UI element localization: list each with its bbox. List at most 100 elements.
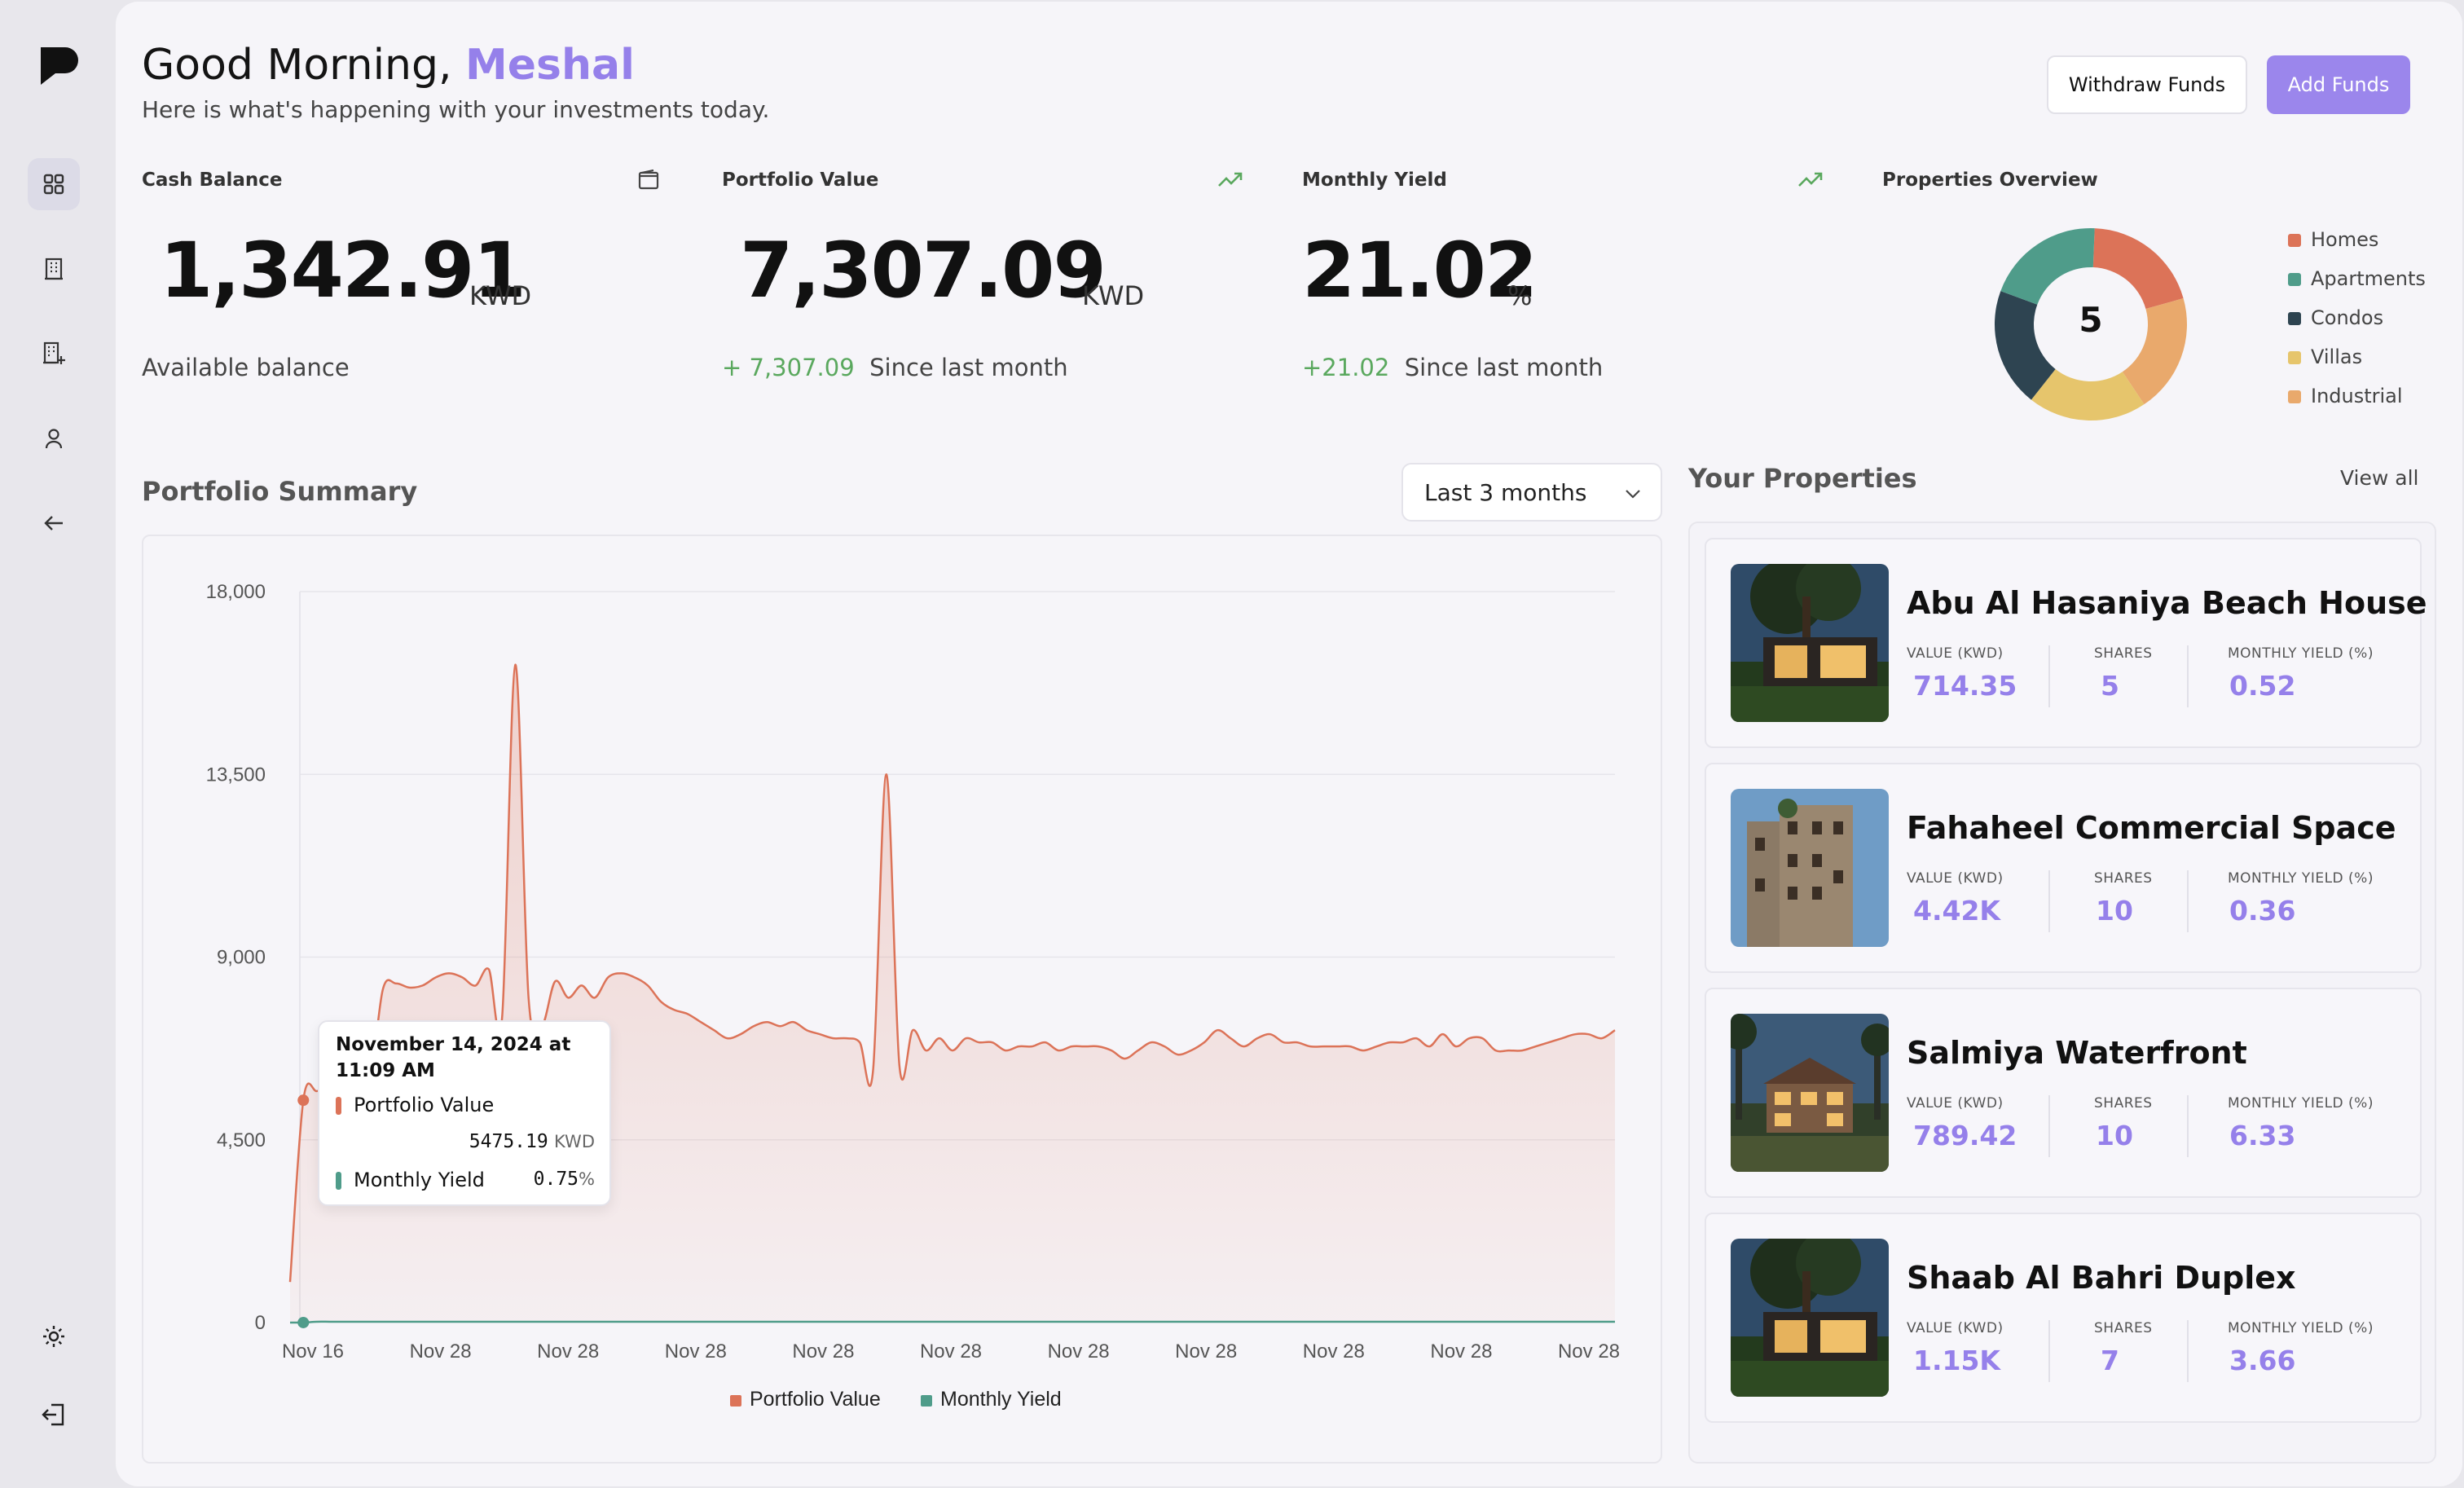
x-tick-label: Nov 28	[665, 1341, 727, 1363]
shares-label: SHARES	[2094, 645, 2153, 662]
tooltip-my-swatch	[336, 1172, 341, 1190]
theme-toggle[interactable]	[28, 1310, 80, 1363]
property-name: Fahaheel Commercial Space	[1907, 810, 2396, 846]
y-tick-label: 4,500	[217, 1129, 266, 1151]
monthly-yield-label: Monthly Yield	[1302, 169, 1447, 191]
legend-swatch-industrial	[2288, 390, 2301, 403]
property-photo	[1731, 564, 1889, 722]
nav-properties[interactable]	[28, 243, 80, 295]
property-value: 1.15K	[1913, 1345, 2000, 1376]
property-yield: 0.52	[2229, 670, 2296, 702]
trending-up-icon	[1218, 172, 1243, 187]
arrow-left-icon	[44, 516, 63, 530]
portfolio-value-label: Portfolio Value	[722, 169, 879, 191]
donut-slice-homes[interactable]	[2092, 228, 2184, 310]
property-card[interactable]: Fahaheel Commercial Space VALUE (KWD) 4.…	[1705, 763, 2422, 973]
portfolio-value-area	[290, 664, 1615, 1323]
divider	[2187, 870, 2189, 932]
property-shares: 5	[2101, 670, 2119, 702]
yield-label: MONTHLY YIELD (%)	[2228, 1095, 2374, 1112]
value-label: VALUE (KWD)	[1907, 1320, 2004, 1336]
property-card[interactable]: Salmiya Waterfront VALUE (KWD) 789.42 SH…	[1705, 988, 2422, 1198]
nav-add-property[interactable]	[28, 328, 80, 380]
property-shares: 10	[2096, 895, 2133, 927]
property-yield: 3.66	[2229, 1345, 2296, 1376]
legend-swatch-monthly-yield	[921, 1395, 932, 1407]
legend-swatch-villas	[2288, 351, 2301, 364]
your-properties-title: Your Properties	[1688, 463, 1917, 494]
yield-label: MONTHLY YIELD (%)	[2228, 645, 2374, 662]
legend-portfolio-value: Portfolio Value	[750, 1388, 881, 1411]
legend-villas: Villas	[2311, 346, 2363, 368]
property-card[interactable]: Shaab Al Bahri Duplex VALUE (KWD) 1.15K …	[1705, 1213, 2422, 1423]
property-name: Shaab Al Bahri Duplex	[1907, 1260, 2296, 1296]
property-card[interactable]: Abu Al Hasaniya Beach House VALUE (KWD) …	[1705, 538, 2427, 748]
properties-overview-label: Properties Overview	[1882, 169, 2098, 191]
property-value: 714.35	[1913, 670, 2017, 702]
property-yield: 6.33	[2229, 1120, 2296, 1151]
divider	[2048, 1095, 2050, 1157]
building-add-icon	[43, 341, 65, 364]
shares-label: SHARES	[2094, 870, 2153, 887]
monthly-yield-change: +21.02 Since last month	[1302, 354, 1604, 381]
portfolio-chart: 18,000 13,500 9,000 4,500 0 Nov 16 Nov 28 Nov 2…	[206, 581, 1620, 1411]
nav-dashboard[interactable]	[28, 158, 80, 210]
x-tick-label: Nov 28	[537, 1341, 599, 1363]
greeting: Good Morning, Meshal	[142, 41, 635, 90]
x-tick-label: Nov 28	[410, 1341, 472, 1363]
legend-homes: Homes	[2311, 228, 2379, 251]
cash-balance-caption: Available balance	[142, 354, 350, 381]
x-tick-label: Nov 16	[282, 1341, 344, 1363]
cash-balance-label: Cash Balance	[142, 169, 283, 191]
shares-label: SHARES	[2094, 1320, 2153, 1336]
wallet-icon	[638, 169, 659, 190]
y-tick-label: 13,500	[206, 764, 266, 786]
view-all-link[interactable]: View all	[2340, 466, 2418, 490]
legend-swatch-condos	[2288, 312, 2301, 325]
x-tick-label: Nov 28	[1303, 1341, 1365, 1363]
y-tick-label: 18,000	[206, 581, 266, 603]
user-name: Meshal	[465, 41, 635, 90]
sun-icon	[43, 1326, 64, 1347]
property-name: Abu Al Hasaniya Beach House	[1907, 585, 2427, 621]
value-label: VALUE (KWD)	[1907, 645, 2004, 662]
y-tick-label: 0	[255, 1312, 266, 1334]
legend-monthly-yield: Monthly Yield	[940, 1388, 1062, 1411]
portfolio-value-unit: KWD	[1082, 280, 1145, 311]
building-icon	[45, 258, 63, 280]
tooltip-pv-label: Portfolio Value	[354, 1094, 495, 1116]
yield-label: MONTHLY YIELD (%)	[2228, 870, 2374, 887]
tooltip-pv-swatch	[336, 1097, 341, 1115]
divider	[2187, 1095, 2189, 1157]
tooltip-my-label: Monthly Yield	[354, 1169, 485, 1191]
portfolio-change: + 7,307.09 Since last month	[722, 354, 1068, 381]
chevron-down-icon	[1626, 490, 1640, 499]
user-icon	[45, 429, 63, 449]
property-shares: 7	[2101, 1345, 2119, 1376]
brand-logo[interactable]	[37, 46, 80, 90]
legend-industrial: Industrial	[2311, 385, 2403, 407]
range-select[interactable]: Last 3 months	[1401, 463, 1662, 522]
property-photo	[1731, 789, 1889, 947]
nav-profile[interactable]	[28, 412, 80, 464]
donut-slice-apartments[interactable]	[2000, 228, 2095, 305]
chart-tooltip: November 14, 2024 at 11:09 AM Portfolio V…	[318, 1020, 611, 1206]
monthly-yield-value: 21.02	[1302, 227, 1538, 315]
monthly-yield-point[interactable]	[297, 1316, 310, 1328]
divider	[2187, 645, 2189, 707]
x-tick-label: Nov 28	[792, 1341, 854, 1363]
portfolio-value-point[interactable]	[297, 1094, 310, 1107]
cash-balance-unit: KWD	[469, 280, 532, 311]
range-select-value: Last 3 months	[1424, 478, 1587, 506]
property-photo	[1731, 1014, 1889, 1172]
legend-swatch-apartments	[2288, 273, 2301, 286]
divider	[2048, 1320, 2050, 1382]
logout-button[interactable]	[28, 1389, 80, 1441]
monthly-yield-unit: %	[1507, 280, 1533, 311]
add-funds-button[interactable]: Add Funds	[2267, 55, 2410, 114]
nav-collapse[interactable]	[28, 497, 80, 549]
greeting-subtitle: Here is what's happening with your inves…	[142, 96, 770, 123]
property-value: 789.42	[1913, 1120, 2017, 1151]
divider	[2187, 1320, 2189, 1382]
withdraw-funds-button[interactable]: Withdraw Funds	[2047, 55, 2247, 114]
